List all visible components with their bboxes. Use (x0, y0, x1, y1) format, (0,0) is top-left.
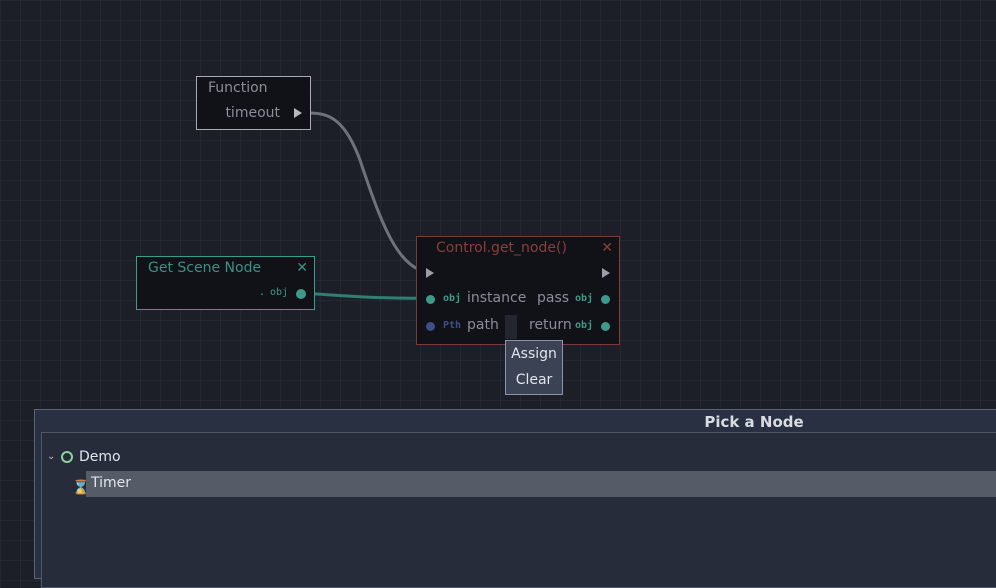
object-type-icon: obj (443, 293, 462, 304)
path-context-menu: Assign Clear (505, 340, 563, 395)
object-type-icon: obj (269, 287, 288, 298)
sequence-output-port-icon[interactable] (294, 108, 302, 118)
clear-menu-item[interactable]: Clear (506, 368, 562, 393)
hourglass-icon: ⌛ (72, 480, 90, 496)
close-icon[interactable]: ✕ (296, 260, 308, 276)
get-scene-node[interactable]: Get Scene Node ✕ . obj (136, 256, 315, 310)
sequence-wire (308, 111, 421, 272)
return-output-port[interactable] (601, 322, 610, 331)
instance-input-port[interactable] (426, 295, 435, 304)
pass-label: pass (537, 290, 570, 306)
pass-output-port[interactable] (601, 295, 610, 304)
function-node[interactable]: Function timeout (196, 76, 311, 130)
tree-item-demo[interactable]: ⌄ Demo (42, 445, 996, 469)
object-wire (300, 291, 431, 300)
pick-node-dialog: Pick a Node ⌄ Demo ⌛ Timer (34, 409, 996, 588)
sequence-input-port-icon[interactable] (426, 268, 434, 278)
path-type-icon: Pth (443, 320, 462, 331)
tree-item-timer[interactable]: ⌛ Timer (42, 471, 996, 497)
dialog-title: Pick a Node (704, 413, 804, 431)
control-get-node[interactable]: Control.get_node() ✕ obj instance pass o… (416, 236, 620, 345)
object-type-icon: obj (575, 320, 594, 331)
get-scene-node-title: Get Scene Node (148, 260, 262, 276)
node-path-value: . (260, 284, 264, 298)
sequence-output-port-icon[interactable] (602, 268, 610, 278)
timeout-output-label: timeout (225, 105, 280, 121)
chevron-down-icon[interactable]: ⌄ (47, 445, 55, 469)
object-type-icon: obj (575, 293, 594, 304)
path-label: path (467, 317, 499, 333)
scene-tree[interactable]: ⌄ Demo ⌛ Timer (41, 432, 996, 588)
return-label: return (529, 317, 572, 333)
circle-node-icon (61, 451, 73, 463)
tree-item-label: Demo (79, 449, 121, 465)
function-node-title: Function (208, 80, 268, 96)
object-output-port[interactable] (296, 289, 306, 299)
tree-item-label: Timer (91, 475, 132, 491)
assign-menu-item[interactable]: Assign (506, 342, 562, 367)
path-input-port[interactable] (426, 322, 435, 331)
selection-highlight (86, 471, 996, 497)
instance-label: instance (467, 290, 527, 306)
close-icon[interactable]: ✕ (601, 240, 613, 256)
instance-row: obj instance pass obj (417, 290, 619, 310)
path-value-button[interactable] (505, 315, 517, 339)
path-row: Pth path return obj (417, 315, 619, 339)
control-get-node-title: Control.get_node() (436, 240, 567, 256)
